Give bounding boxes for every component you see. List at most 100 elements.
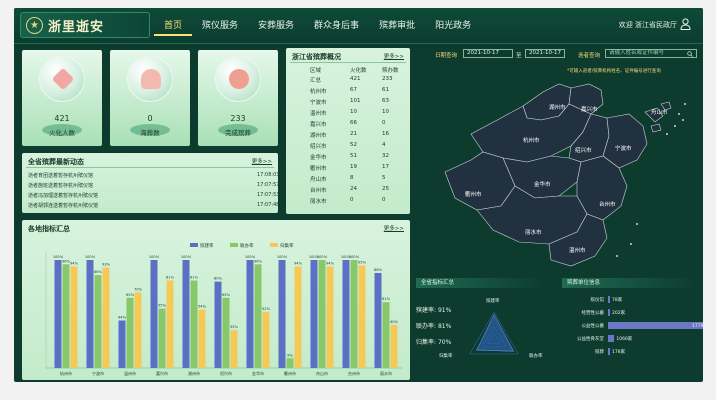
logo[interactable]: ★ 浙里逝安 [20,12,150,38]
deceased-search-input[interactable]: 请输入姓名或证件编号 [605,49,697,58]
table-cell: 61 [382,87,389,93]
table-cell: 101 [350,98,361,104]
stat-card-cremation[interactable]: 421 火化人数 [22,50,102,146]
news-panel: 全省殡葬最新动态 更多>> 逝者育团送着暂存杭州殡仪馆 17:08:03 逝者施班… [22,153,279,213]
news-more-link[interactable]: 更多>> [252,157,272,165]
bar[interactable] [326,266,334,368]
bar[interactable] [246,260,254,368]
news-row[interactable]: 逝者冯加理送着暂存杭州殡仪馆 17:07:53 [28,192,279,199]
search-icon[interactable] [687,51,693,57]
bar[interactable] [190,280,198,368]
city-label-taizhou[interactable]: 台州市 [599,200,616,208]
unit-bar[interactable] [608,348,610,355]
bar[interactable] [254,264,262,368]
bar[interactable] [286,358,294,368]
unit-bar[interactable] [608,322,703,329]
bar[interactable] [390,324,398,368]
date-separator: 至 [516,53,522,59]
table-cell: 汇总 [310,78,322,84]
nav-approval[interactable]: 殡葬审批 [369,18,425,36]
city-label-jinhua[interactable]: 金华市 [534,180,551,188]
bar[interactable] [262,311,270,368]
bar-value-label: 35% [230,325,239,329]
province-more-link[interactable]: 更多>> [384,52,404,60]
city-label-quzhou[interactable]: 衢州市 [465,190,482,198]
city-label-jiaxing[interactable]: 嘉兴市 [581,105,598,113]
city-label-wenzhou[interactable]: 温州市 [569,246,586,254]
news-row[interactable]: 逝者胡郭连送着暂存杭州殡仪馆 17:07:48 [28,202,279,209]
city-label-huzhou[interactable]: 湖州市 [549,103,566,111]
bar-value-label: 100% [349,255,360,259]
bar[interactable] [358,265,366,368]
stat-card-sea-burial[interactable]: 0 海葬数 [110,50,190,146]
bar[interactable] [70,266,78,368]
bar-value-label: 95% [358,260,367,264]
bar-value-label: 65% [126,293,135,297]
table-cell: 5 [382,175,386,181]
bar[interactable] [374,272,382,368]
table-cell: 绍兴市 [310,144,327,150]
nav-after-affairs[interactable]: 群众身后事 [304,18,369,36]
bar[interactable] [318,260,326,368]
nav-home[interactable]: 首页 [154,18,193,36]
unit-bar[interactable] [608,296,610,303]
bar[interactable] [182,260,190,368]
bar[interactable] [310,260,318,368]
bar[interactable] [134,292,142,368]
table-header: 区域 [310,68,322,74]
bar[interactable] [342,260,350,368]
bar[interactable] [62,264,70,368]
bar[interactable] [166,280,174,368]
city-label-shaoxing[interactable]: 绍兴市 [575,146,592,154]
unit-value: 202家 [612,311,626,316]
bar[interactable] [118,320,126,368]
cremation-icon [39,56,85,102]
news-row[interactable]: 逝者施班送着暂存杭州殡仪馆 17:07:57 [28,182,279,189]
user-icon[interactable] [680,18,691,30]
nav-burial-service[interactable]: 安葬服务 [248,18,304,36]
bar[interactable] [198,309,206,368]
bar-value-label: 44% [118,315,127,319]
table-cell: 25 [382,186,389,192]
bar[interactable] [102,267,110,368]
bar[interactable] [230,330,238,368]
nav-government-affairs[interactable]: 阳光政务 [425,18,481,36]
bar[interactable] [94,275,102,368]
emblem-icon: ★ [26,16,43,34]
bar[interactable] [222,297,230,368]
province-table-panel: 浙江省殡葬概况 更多>> 区域 火化数 殡办数 汇总 421 233 杭州市 67 61 宁波市 1… [286,48,410,214]
completed-icon [215,56,261,102]
bar[interactable] [86,260,94,368]
news-row[interactable]: 逝者育团送着暂存杭州殡仪馆 17:08:03 [28,172,279,179]
city-label-lishui[interactable]: 丽水市 [525,228,542,236]
zhejiang-map[interactable] [431,74,703,272]
city-label-hangzhou[interactable]: 杭州市 [523,136,540,144]
table-cell: 24 [350,186,357,192]
bar[interactable] [158,308,166,368]
date-from-input[interactable]: 2021-10-17 [463,49,513,58]
x-tick-label: 湖州市 [188,370,200,376]
bar[interactable] [278,260,286,368]
bar[interactable] [126,297,134,368]
bar[interactable] [150,260,158,368]
stat-card-completed[interactable]: 233 完成殡葬 [198,50,278,146]
date-to-input[interactable]: 2021-10-17 [525,49,565,58]
bar[interactable] [350,260,358,368]
x-tick-label: 宁波市 [92,370,104,376]
radar-label-left: 归集率 [439,354,453,359]
bar[interactable] [382,302,390,368]
bar-value-label: 70% [134,287,143,291]
unit-bar[interactable] [608,335,615,342]
unit-bar[interactable] [608,309,610,316]
bar[interactable] [214,281,222,368]
city-label-ningbo[interactable]: 宁波市 [615,144,632,152]
table-cell: 21 [350,131,357,137]
bar-value-label: 9% [287,353,293,357]
table-cell: 舟山市 [310,177,327,183]
city-label-zhoushan[interactable]: 舟山市 [651,108,668,116]
stat-value: 233 [230,114,246,123]
nav-funeral-service[interactable]: 殡仪服务 [192,18,248,36]
welcome-text: 欢迎 浙江省民政厅 [618,21,677,29]
bar[interactable] [54,260,62,368]
bar[interactable] [294,266,302,368]
